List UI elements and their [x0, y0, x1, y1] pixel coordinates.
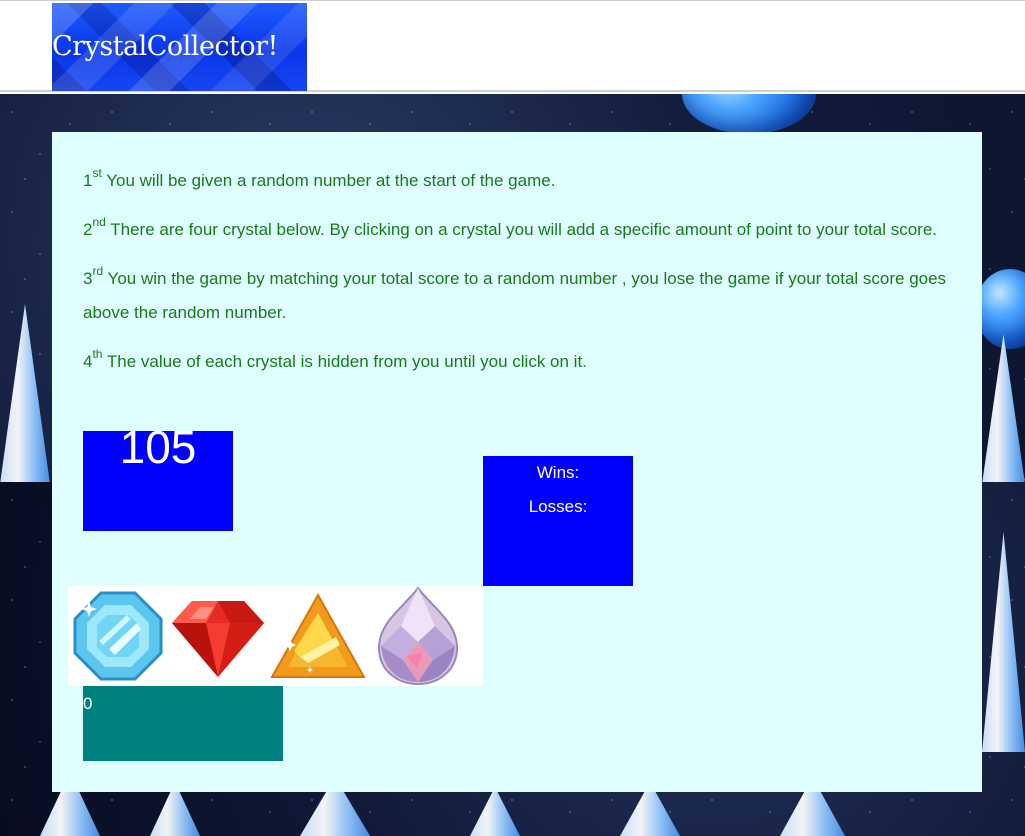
instruction-text: You win the game by matching your total … [83, 269, 947, 322]
instructions: 1st You will be given a random number at… [83, 164, 953, 394]
wins-losses-box: Wins: Losses: [483, 456, 633, 586]
instruction-text: You will be given a random number at the… [101, 171, 556, 190]
total-score: 0 [83, 694, 93, 713]
crystal-button-blue[interactable] [68, 586, 168, 686]
instruction-4: 4th The value of each crystal is hidden … [83, 345, 953, 379]
instruction-2: 2nd There are four crystal below. By cli… [83, 213, 953, 247]
game-panel: 1st You will be given a random number at… [52, 132, 982, 792]
red-ruby-crystal-icon [172, 601, 264, 677]
random-number: 105 [119, 421, 197, 473]
instruction-ordinal-suffix: st [92, 166, 102, 181]
logo-text: CrystalCollector! [52, 31, 278, 62]
wins-label: Wins: [536, 463, 580, 482]
logo: CrystalCollector! [52, 3, 307, 91]
instruction-ordinal-suffix: th [92, 347, 103, 362]
instruction-ordinal-suffix: rd [92, 264, 104, 279]
instruction-ordinal-suffix: nd [92, 215, 106, 230]
instruction-text: The value of each crystal is hidden from… [102, 352, 587, 371]
crystal-button-red[interactable] [168, 586, 268, 686]
instruction-text: There are four crystal below. By clickin… [105, 220, 938, 239]
orange-triangle-crystal-icon [270, 592, 366, 678]
pink-teardrop-crystal-icon [377, 586, 459, 686]
losses-label: Losses: [528, 497, 588, 516]
instruction-3: 3rd You win the game by matching your to… [83, 262, 953, 330]
crystal-button-pink[interactable] [368, 586, 468, 686]
random-number-box: 105 [83, 424, 233, 531]
total-score-box: 0 [83, 686, 283, 761]
header-bar: CrystalCollector! [0, 0, 1025, 92]
crystal-button-orange[interactable] [268, 586, 368, 686]
instruction-1: 1st You will be given a random number at… [83, 164, 953, 198]
crystal-row [68, 586, 483, 686]
blue-octagon-crystal-icon [73, 591, 163, 681]
